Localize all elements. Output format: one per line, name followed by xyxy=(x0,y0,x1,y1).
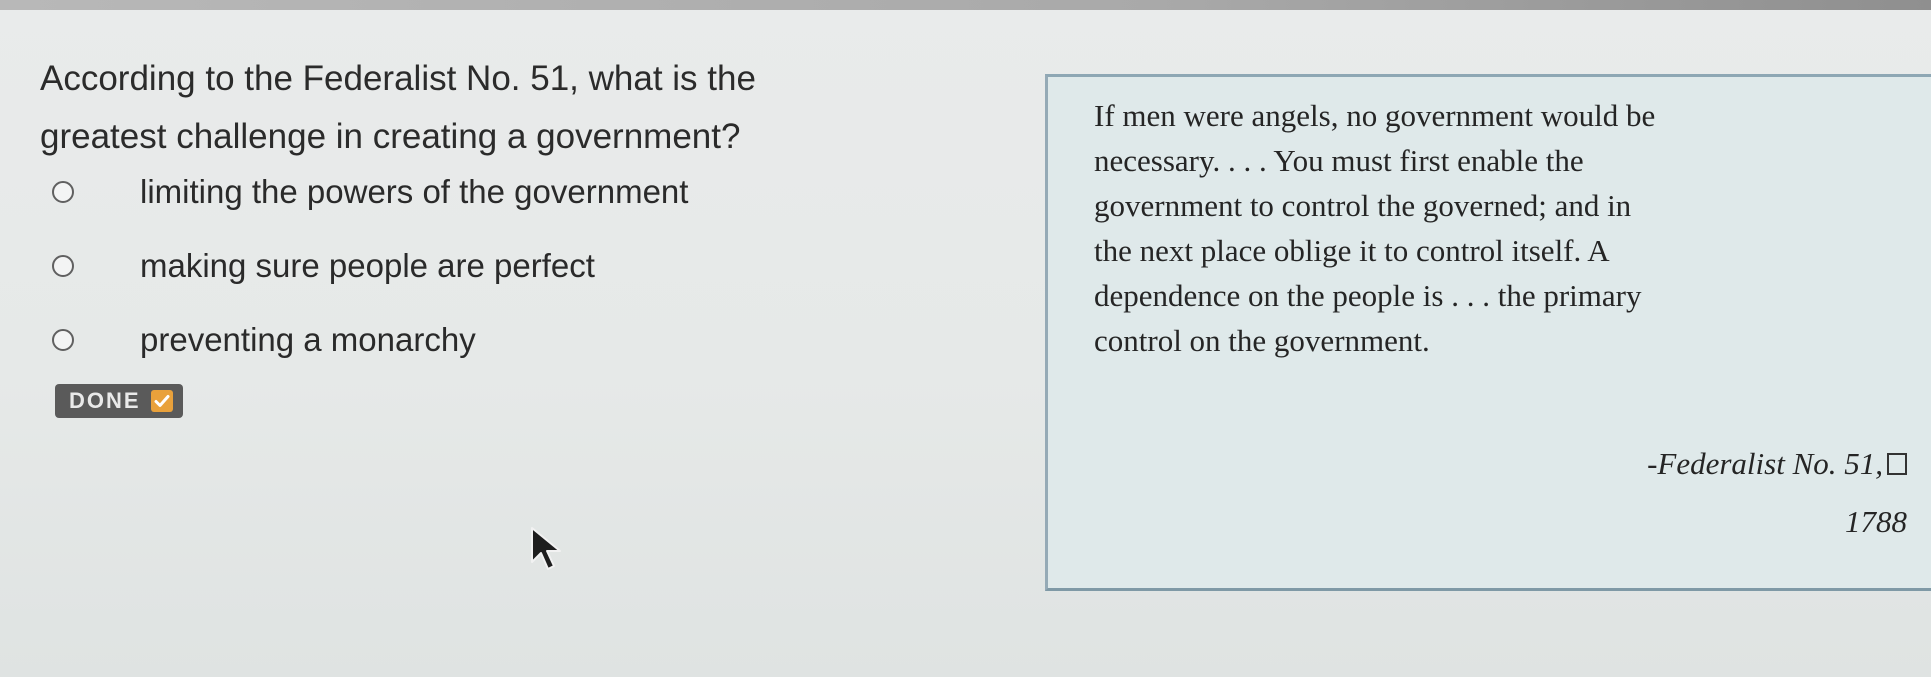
quote-line: control on the government. xyxy=(1094,323,1430,358)
question-line: According to the Federalist No. 51, what… xyxy=(40,59,756,98)
top-bar xyxy=(0,0,1931,10)
answer-option-people-perfect[interactable]: making sure people are perfect xyxy=(50,246,870,286)
quote-line: If men were angels, no government would … xyxy=(1094,98,1656,133)
done-button[interactable]: DONE xyxy=(55,384,183,418)
answer-option-label: limiting the powers of the government xyxy=(140,173,689,210)
question-line: greatest challenge in creating a governm… xyxy=(40,117,741,156)
quote-line: dependence on the people is . . . the pr… xyxy=(1094,278,1642,313)
done-button-label: DONE xyxy=(69,388,141,413)
attribution-source: -Federalist No. 51, xyxy=(1647,446,1883,481)
answer-option-label: preventing a monarchy xyxy=(140,321,476,358)
quote-line: government to control the governed; and … xyxy=(1094,188,1632,223)
answer-option-limiting-powers[interactable]: limiting the powers of the government xyxy=(50,172,870,212)
quote-line: necessary. . . . You must first enable t… xyxy=(1094,143,1584,178)
attribution-year: 1788 xyxy=(1845,504,1907,539)
mouse-pointer-icon xyxy=(530,526,566,572)
square-box-icon xyxy=(1887,453,1907,475)
quote-panel: If men were angels, no government would … xyxy=(1045,74,1931,591)
attribution-source-line: -Federalist No. 51, xyxy=(1647,435,1907,493)
answer-option-preventing-monarchy[interactable]: preventing a monarchy xyxy=(50,320,870,360)
answer-options: limiting the powers of the government ma… xyxy=(50,172,870,394)
checkmark-icon xyxy=(150,390,173,412)
answer-option-label: making sure people are perfect xyxy=(140,247,595,284)
radio-button[interactable] xyxy=(52,255,74,277)
question-text: According to the Federalist No. 51, what… xyxy=(40,50,920,166)
quote-line: the next place oblige it to control itse… xyxy=(1094,233,1610,268)
quote-attribution: -Federalist No. 51, 1788 xyxy=(1647,435,1907,551)
quote-text: If men were angels, no government would … xyxy=(1094,93,1914,363)
radio-button[interactable] xyxy=(52,181,74,203)
radio-button[interactable] xyxy=(52,329,74,351)
